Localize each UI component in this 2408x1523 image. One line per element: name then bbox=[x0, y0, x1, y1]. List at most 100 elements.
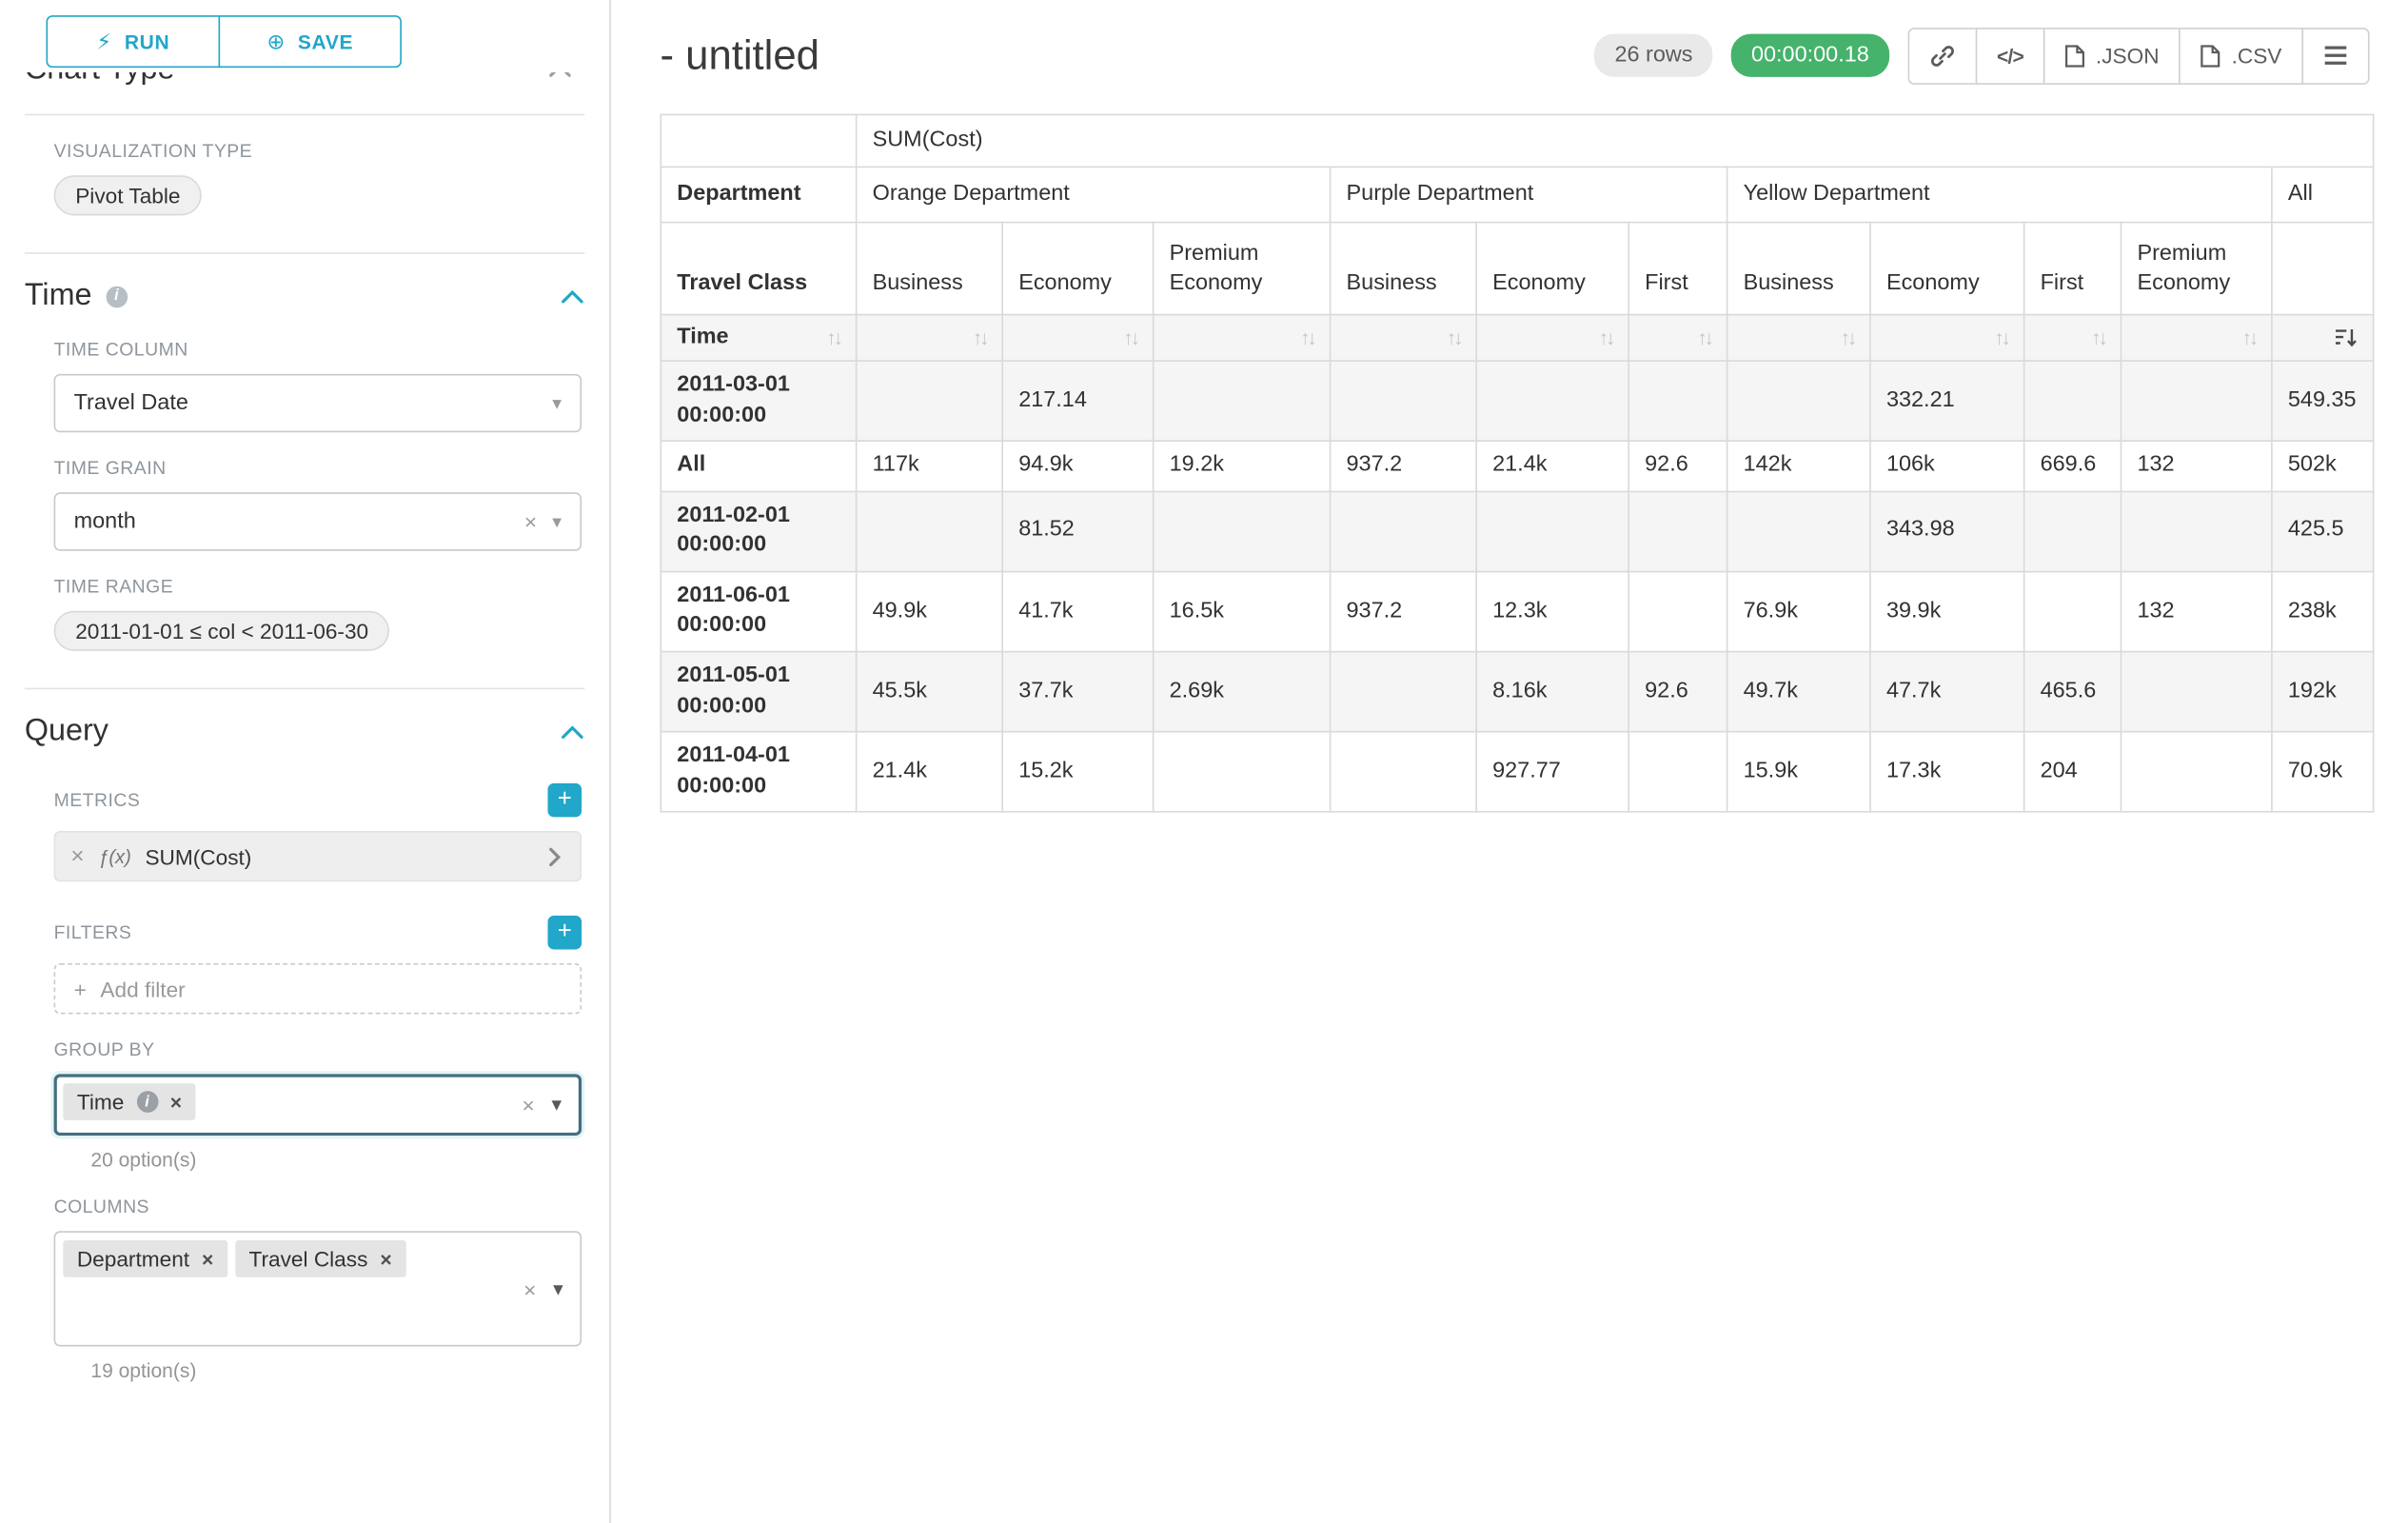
pivot-cell: 37.7k bbox=[1002, 652, 1153, 732]
clear-icon[interactable]: × bbox=[524, 509, 537, 534]
pivot-cell: 70.9k bbox=[2272, 732, 2374, 812]
explore-app: ⚡ RUN ⊕ SAVE Chart Type VISUALIZATION TY… bbox=[0, 0, 2408, 1523]
time-grain-select[interactable]: month × ▾ bbox=[54, 492, 582, 550]
clear-icon[interactable]: × bbox=[522, 1093, 534, 1118]
sort-toggle-icon[interactable]: ↑↓ bbox=[973, 325, 987, 351]
pivot-row-label: 2011-06-01 00:00:00 bbox=[661, 571, 856, 651]
options-hint: 19 option(s) bbox=[90, 1358, 582, 1381]
column-info-icon[interactable]: i bbox=[136, 1091, 158, 1113]
time-section-title: Time bbox=[25, 279, 92, 314]
pivot-cell: 465.6 bbox=[2024, 652, 2122, 732]
travel-class-header: First bbox=[1628, 223, 1727, 315]
pivot-cell bbox=[1628, 361, 1727, 441]
travel-class-header: Business bbox=[857, 223, 1003, 315]
chip-remove-icon[interactable]: × bbox=[380, 1247, 391, 1270]
time-column-label: TIME COLUMN bbox=[54, 339, 582, 361]
menu-button[interactable] bbox=[2301, 27, 2369, 84]
column-sort-header: ↑↓ bbox=[857, 315, 1003, 361]
caret-down-icon[interactable]: ▾ bbox=[552, 1093, 563, 1118]
save-button[interactable]: ⊕ SAVE bbox=[219, 15, 402, 68]
group-by-select[interactable]: Timei× × ▾ bbox=[54, 1074, 582, 1136]
time-section-header[interactable]: Time i bbox=[25, 279, 584, 314]
sort-toggle-icon[interactable]: ↑↓ bbox=[1599, 325, 1613, 351]
sort-toggle-icon[interactable]: ↑↓ bbox=[2241, 325, 2256, 351]
clear-icon[interactable]: × bbox=[523, 1276, 536, 1301]
pivot-cell bbox=[2024, 571, 2122, 651]
sort-descending-icon[interactable] bbox=[2334, 327, 2357, 347]
chart-area: - untitled 26 rows 00:00:00.18 </> bbox=[611, 0, 2408, 1523]
selected-option-chip: Timei× bbox=[63, 1083, 195, 1120]
add-filter-plus-button[interactable]: + bbox=[548, 916, 582, 950]
pivot-cell: 15.2k bbox=[1002, 732, 1153, 812]
pivot-cell: 12.3k bbox=[1476, 571, 1628, 651]
sort-toggle-icon[interactable]: ↑↓ bbox=[1994, 325, 2008, 351]
pivot-cell bbox=[857, 361, 1003, 441]
metric-option[interactable]: × ƒ(x) SUM(Cost) bbox=[54, 831, 582, 881]
link-icon bbox=[1929, 42, 1955, 68]
pivot-cell bbox=[1154, 361, 1331, 441]
department-group-header: Purple Department bbox=[1331, 167, 1727, 222]
sort-toggle-icon[interactable]: ↑↓ bbox=[1447, 325, 1461, 351]
query-section-header[interactable]: Query bbox=[25, 714, 584, 749]
chip-remove-icon[interactable]: × bbox=[202, 1247, 213, 1270]
pivot-cell bbox=[2121, 361, 2271, 441]
travel-class-header: Premium Economy bbox=[1154, 223, 1331, 315]
time-column-select[interactable]: Travel Date ▾ bbox=[54, 374, 582, 432]
pivot-cell bbox=[2024, 361, 2122, 441]
group-by-chips: Timei× bbox=[63, 1083, 494, 1120]
plus-icon: + bbox=[74, 977, 87, 1001]
add-metric-button[interactable]: + bbox=[548, 783, 582, 818]
collapse-chevron-icon[interactable] bbox=[560, 724, 584, 740]
collapse-chevron-icon[interactable] bbox=[560, 288, 584, 304]
chart-title[interactable]: - untitled bbox=[661, 31, 819, 79]
chip-label: Department bbox=[77, 1246, 189, 1271]
visualization-type-value[interactable]: Pivot Table bbox=[54, 175, 203, 215]
divider bbox=[25, 252, 584, 254]
sort-toggle-icon[interactable]: ↑↓ bbox=[826, 325, 840, 351]
sort-toggle-icon[interactable]: ↑↓ bbox=[1123, 325, 1137, 351]
pivot-cell: 19.2k bbox=[1154, 441, 1331, 491]
pivot-cell bbox=[857, 491, 1003, 571]
chevron-right-icon[interactable] bbox=[548, 845, 563, 867]
pivot-cell bbox=[2121, 652, 2271, 732]
pivot-cell: 238k bbox=[2272, 571, 2374, 651]
sort-toggle-icon[interactable]: ↑↓ bbox=[1300, 325, 1314, 351]
hamburger-menu-icon bbox=[2323, 45, 2348, 67]
pivot-cell: 2.69k bbox=[1154, 652, 1331, 732]
pivot-cell: 937.2 bbox=[1331, 441, 1477, 491]
export-csv-button[interactable]: .CSV bbox=[2180, 27, 2303, 84]
pivot-cell: 332.21 bbox=[1870, 361, 2024, 441]
columns-select[interactable]: Department×Travel Class× × ▾ bbox=[54, 1231, 582, 1346]
add-filter-label: Add filter bbox=[100, 977, 185, 1001]
action-buttons: ⚡ RUN ⊕ SAVE bbox=[46, 15, 584, 68]
divider bbox=[25, 688, 584, 690]
pivot-cell: 49.9k bbox=[857, 571, 1003, 651]
add-filter-button[interactable]: + Add filter bbox=[54, 963, 582, 1014]
pivot-row: 2011-02-01 00:00:0081.52343.98425.5 bbox=[661, 491, 2373, 571]
time-range-value[interactable]: 2011-01-01 ≤ col < 2011-06-30 bbox=[54, 611, 390, 651]
chart-type-section-clipped: Chart Type bbox=[25, 72, 584, 95]
sort-toggle-icon[interactable]: ↑↓ bbox=[2091, 325, 2105, 351]
pivot-cell: 21.4k bbox=[857, 732, 1003, 812]
columns-chips: Department×Travel Class× bbox=[63, 1240, 494, 1277]
column-sort-header: ↑↓ bbox=[2024, 315, 2122, 361]
department-axis-label: Department bbox=[661, 167, 856, 222]
time-grain-value: month bbox=[74, 509, 136, 534]
column-sort-header: ↑↓ bbox=[1331, 315, 1477, 361]
pivot-cell: 425.5 bbox=[2272, 491, 2374, 571]
sort-toggle-icon[interactable]: ↑↓ bbox=[1840, 325, 1854, 351]
pivot-cell bbox=[1628, 491, 1727, 571]
copy-link-button[interactable] bbox=[1907, 27, 1977, 84]
export-json-button[interactable]: .JSON bbox=[2043, 27, 2181, 84]
pivot-cell: 45.5k bbox=[857, 652, 1003, 732]
run-button[interactable]: ⚡ RUN bbox=[46, 15, 220, 68]
sort-toggle-icon[interactable]: ↑↓ bbox=[1697, 325, 1711, 351]
remove-metric-icon[interactable]: × bbox=[70, 843, 84, 869]
column-sort-header: ↑↓ bbox=[1870, 315, 2024, 361]
time-grain-label: TIME GRAIN bbox=[54, 457, 582, 479]
caret-down-icon[interactable]: ▾ bbox=[553, 1276, 563, 1301]
chip-remove-icon[interactable]: × bbox=[170, 1090, 182, 1113]
view-query-button[interactable]: </> bbox=[1975, 27, 2044, 84]
travel-class-axis-label: Travel Class bbox=[661, 223, 856, 315]
pivot-cell bbox=[2024, 491, 2122, 571]
